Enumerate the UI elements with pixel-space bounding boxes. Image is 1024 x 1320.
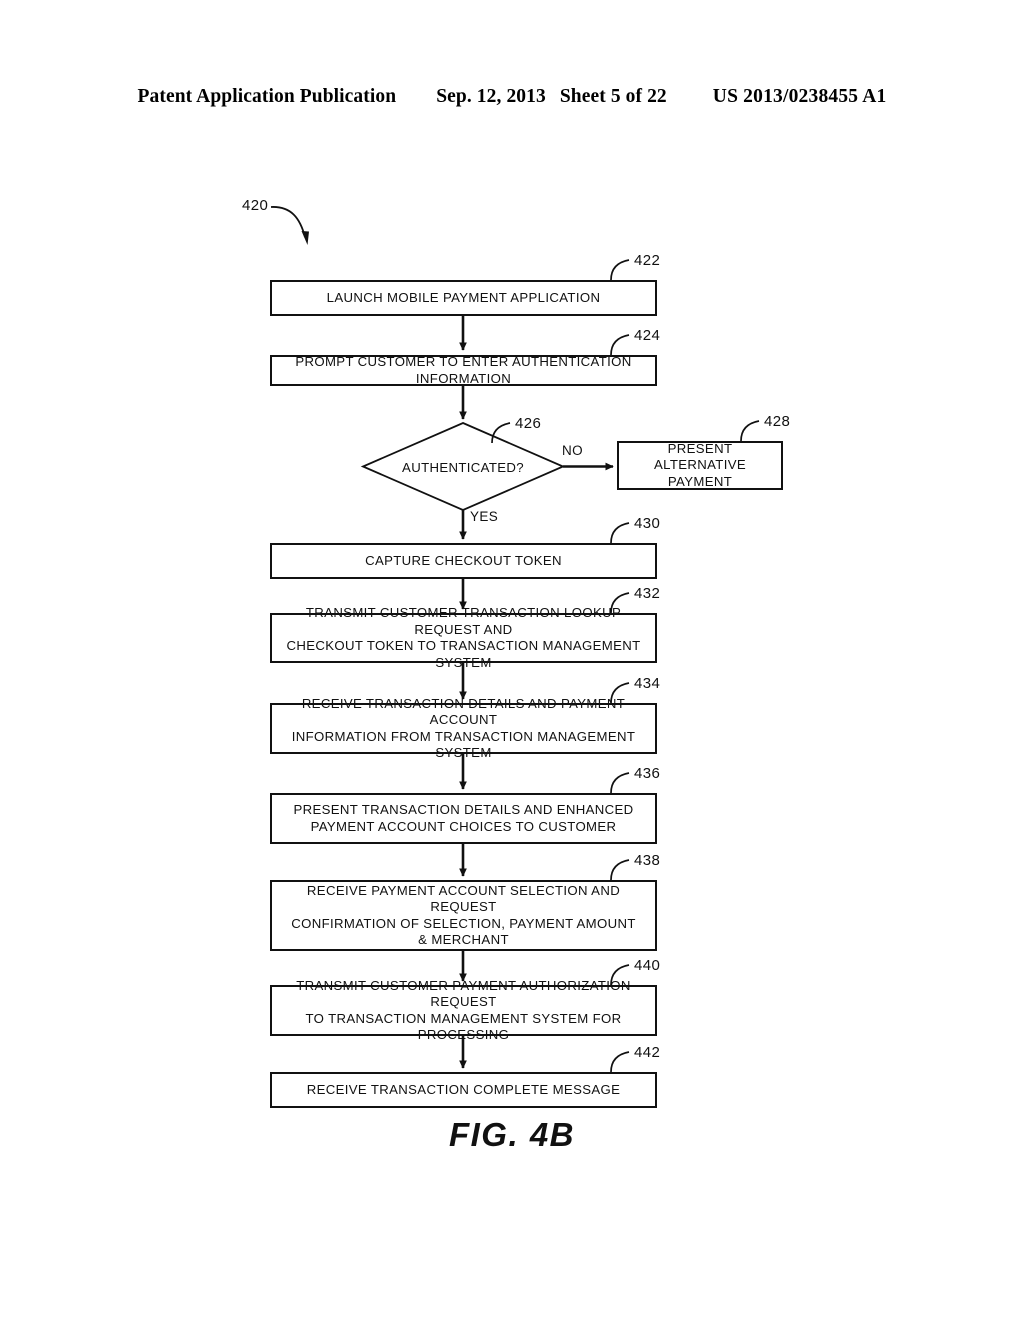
process-node-436: PRESENT TRANSACTION DETAILS AND ENHANCED… xyxy=(270,793,657,844)
process-node-430-label: CAPTURE CHECKOUT TOKEN xyxy=(365,552,562,568)
leader-436 xyxy=(610,772,630,794)
process-node-424-label: PROMPT CUSTOMER TO ENTER AUTHENTICATION … xyxy=(295,354,632,386)
leader-424 xyxy=(610,334,630,356)
process-node-428: PRESENT ALTERNATIVE PAYMENT xyxy=(617,441,783,490)
reference-numeral-432: 432 xyxy=(634,585,661,602)
process-node-430: CAPTURE CHECKOUT TOKEN xyxy=(270,543,657,579)
process-node-432: TRANSMIT CUSTOMER TRANSACTION LOOKUP REQ… xyxy=(270,605,657,670)
leader-422 xyxy=(610,259,630,281)
reference-numeral-430: 430 xyxy=(634,515,661,532)
decision-node-426-label: AUTHENTICATED? xyxy=(402,459,524,475)
process-node-440: TRANSMIT CUSTOMER PAYMENT AUTHORIZATION … xyxy=(270,978,657,1042)
process-node-434-label: RECEIVE TRANSACTION DETAILS AND PAYMENT … xyxy=(291,695,636,761)
process-node-436-label: PRESENT TRANSACTION DETAILS AND ENHANCED… xyxy=(293,802,634,834)
reference-numeral-422: 422 xyxy=(634,252,661,269)
process-node-434: RECEIVE TRANSACTION DETAILS AND PAYMENT … xyxy=(270,696,657,760)
branch-label-yes: YES xyxy=(470,509,499,524)
process-node-438: RECEIVE PAYMENT ACCOUNT SELECTION AND RE… xyxy=(270,880,657,951)
leader-430 xyxy=(610,522,630,544)
reference-numeral-428: 428 xyxy=(764,413,791,430)
reference-numeral-420: 420 xyxy=(242,197,269,214)
process-node-422: LAUNCH MOBILE PAYMENT APPLICATION xyxy=(270,280,657,316)
reference-numeral-426: 426 xyxy=(515,415,542,432)
leader-428 xyxy=(740,420,760,442)
process-node-424: PROMPT CUSTOMER TO ENTER AUTHENTICATION … xyxy=(270,354,657,386)
reference-numeral-442: 442 xyxy=(634,1044,661,1061)
leader-438 xyxy=(610,859,630,881)
process-node-432-label: TRANSMIT CUSTOMER TRANSACTION LOOKUP REQ… xyxy=(286,605,641,670)
process-node-440-label: TRANSMIT CUSTOMER PAYMENT AUTHORIZATION … xyxy=(296,977,631,1043)
leader-442 xyxy=(610,1051,630,1073)
branch-label-no: NO xyxy=(562,443,584,458)
reference-numeral-434: 434 xyxy=(634,675,661,692)
process-node-438-label: RECEIVE PAYMENT ACCOUNT SELECTION AND RE… xyxy=(291,882,636,948)
process-node-428-label: PRESENT ALTERNATIVE PAYMENT xyxy=(653,440,747,489)
process-node-442-label: RECEIVE TRANSACTION COMPLETE MESSAGE xyxy=(306,1081,621,1097)
reference-numeral-436: 436 xyxy=(634,765,661,782)
process-node-422-label: LAUNCH MOBILE PAYMENT APPLICATION xyxy=(326,289,601,305)
reference-numeral-424: 424 xyxy=(634,327,661,344)
reference-numeral-438: 438 xyxy=(634,852,661,869)
reference-numeral-440: 440 xyxy=(634,957,661,974)
flow-ref-leader-420 xyxy=(270,206,309,245)
figure-caption: FIG. 4B xyxy=(448,1116,576,1153)
flowchart-figure: 420 LAUNCH MOBILE PAYMENT APPLICATION 42… xyxy=(0,0,1024,1320)
process-node-442: RECEIVE TRANSACTION COMPLETE MESSAGE xyxy=(270,1072,657,1108)
